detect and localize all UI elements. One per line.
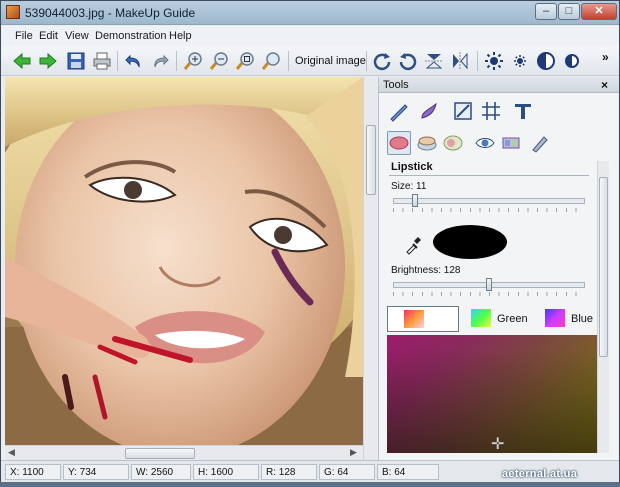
vertical-scroll-thumb[interactable] <box>366 125 376 195</box>
color-palette[interactable]: ✛ <box>387 335 597 453</box>
window-title: 539044003.jpg - MakeUp Guide <box>25 6 196 20</box>
eyeshadow-icon[interactable] <box>499 131 523 155</box>
status-y: Y: 734 <box>63 464 129 480</box>
menu-help[interactable]: Help <box>169 30 192 42</box>
rotate-right-icon[interactable] <box>371 50 393 72</box>
horizontal-scroll-thumb[interactable] <box>125 448 195 459</box>
blue-channel-button[interactable]: Blue <box>545 306 597 332</box>
scroll-left-icon[interactable]: ◀ <box>8 447 15 458</box>
back-arrow-icon[interactable] <box>11 50 33 72</box>
status-r: R: 128 <box>261 464 317 480</box>
status-h: H: 1600 <box>193 464 259 480</box>
forward-arrow-icon[interactable] <box>37 50 59 72</box>
redo-icon[interactable] <box>149 50 171 72</box>
horizontal-scrollbar[interactable]: ◀ ▶ <box>5 445 363 460</box>
app-icon <box>6 5 20 19</box>
eyedropper-icon[interactable] <box>403 235 423 255</box>
tools-panel: Tools × Lipstick Size: 11 Brightness: 12… <box>378 77 619 460</box>
eye-icon[interactable] <box>473 131 497 155</box>
size-label: Size: 11 <box>391 181 427 192</box>
size-slider[interactable] <box>393 194 585 207</box>
toolbar-separator <box>366 51 367 71</box>
save-icon[interactable] <box>65 50 87 72</box>
lipstick-icon[interactable] <box>387 131 411 155</box>
toolbar-overflow-button[interactable]: » <box>602 50 609 64</box>
blue-channel-label: Blue <box>571 313 594 325</box>
vertical-scrollbar[interactable] <box>363 77 377 460</box>
scroll-right-icon[interactable]: ▶ <box>350 447 357 458</box>
blush-icon[interactable] <box>441 131 465 155</box>
status-w: W: 2560 <box>131 464 191 480</box>
contrast-small-icon[interactable] <box>561 50 583 72</box>
undo-icon[interactable] <box>123 50 145 72</box>
maximize-button[interactable]: □ <box>558 3 580 20</box>
tools-scroll-thumb[interactable] <box>599 177 608 357</box>
photo-canvas[interactable] <box>5 77 363 445</box>
app-window: 539044003.jpg - MakeUp Guide – □ ✕ File … <box>0 0 620 487</box>
brightness-icon[interactable] <box>483 50 505 72</box>
menu-file[interactable]: File <box>15 30 33 42</box>
menu-demonstration[interactable]: Demonstration <box>95 30 167 42</box>
menu-view[interactable]: View <box>65 30 89 42</box>
zoom-fit-icon[interactable] <box>234 50 256 72</box>
status-g: G: 64 <box>319 464 375 480</box>
status-b: B: 64 <box>377 464 439 480</box>
zoom-out-icon[interactable] <box>208 50 230 72</box>
brightness-small-icon[interactable] <box>509 50 531 72</box>
color-swatch[interactable] <box>433 225 507 259</box>
toolbar-separator <box>117 51 118 71</box>
brightness-label: Brightness: 128 <box>391 265 461 276</box>
status-x: X: 1100 <box>5 464 61 480</box>
brightness-slider[interactable] <box>393 278 585 291</box>
blue-channel-icon <box>545 309 565 327</box>
grid-icon[interactable] <box>479 99 503 123</box>
toolbar-separator <box>477 51 478 71</box>
brightness-slider-ticks <box>393 292 585 296</box>
original-image-button[interactable]: Original image <box>295 55 366 67</box>
toolbar: Original image » <box>1 46 619 76</box>
mascara-icon[interactable] <box>527 131 551 155</box>
flip-horizontal-icon[interactable] <box>449 50 471 72</box>
close-button[interactable]: ✕ <box>581 3 617 20</box>
resize-icon[interactable] <box>451 99 475 123</box>
desktop-background <box>0 482 620 487</box>
size-slider-knob[interactable] <box>412 194 418 207</box>
brightness-slider-knob[interactable] <box>486 278 492 291</box>
brush-icon[interactable] <box>417 99 441 123</box>
menu-edit[interactable]: Edit <box>39 30 58 42</box>
watermark: aeternal.at.ua <box>502 468 578 480</box>
palette-crosshair-icon: ✛ <box>491 436 505 453</box>
zoom-actual-icon[interactable] <box>260 50 282 72</box>
flip-vertical-icon[interactable] <box>423 50 445 72</box>
portrait-photo <box>5 77 363 445</box>
tools-panel-title: Tools <box>383 79 409 91</box>
tools-panel-close-icon[interactable]: × <box>601 78 608 92</box>
red-channel-button[interactable]: Red <box>387 306 459 332</box>
red-channel-label: Red <box>428 314 449 326</box>
green-channel-icon <box>471 309 491 327</box>
green-channel-button[interactable]: Green <box>469 306 539 332</box>
tools-panel-header: Tools × <box>379 77 619 93</box>
section-divider <box>389 175 589 176</box>
toolbar-separator <box>288 51 289 71</box>
zoom-in-icon[interactable] <box>182 50 204 72</box>
green-channel-label: Green <box>497 313 528 325</box>
lipstick-section-title: Lipstick <box>391 161 433 173</box>
rotate-left-icon[interactable] <box>397 50 419 72</box>
toolbar-separator <box>176 51 177 71</box>
pencil-icon[interactable] <box>387 99 411 123</box>
contrast-icon[interactable] <box>535 50 557 72</box>
minimize-button[interactable]: – <box>535 3 557 20</box>
menu-bar: File Edit View Demonstration Help <box>1 26 619 46</box>
title-bar[interactable]: 539044003.jpg - MakeUp Guide – □ ✕ <box>1 1 619 25</box>
print-icon[interactable] <box>91 50 113 72</box>
powder-icon[interactable] <box>415 131 439 155</box>
text-icon[interactable] <box>511 99 535 123</box>
size-slider-ticks <box>393 208 585 212</box>
tools-vertical-scrollbar[interactable] <box>597 161 609 453</box>
red-channel-icon <box>404 310 424 328</box>
